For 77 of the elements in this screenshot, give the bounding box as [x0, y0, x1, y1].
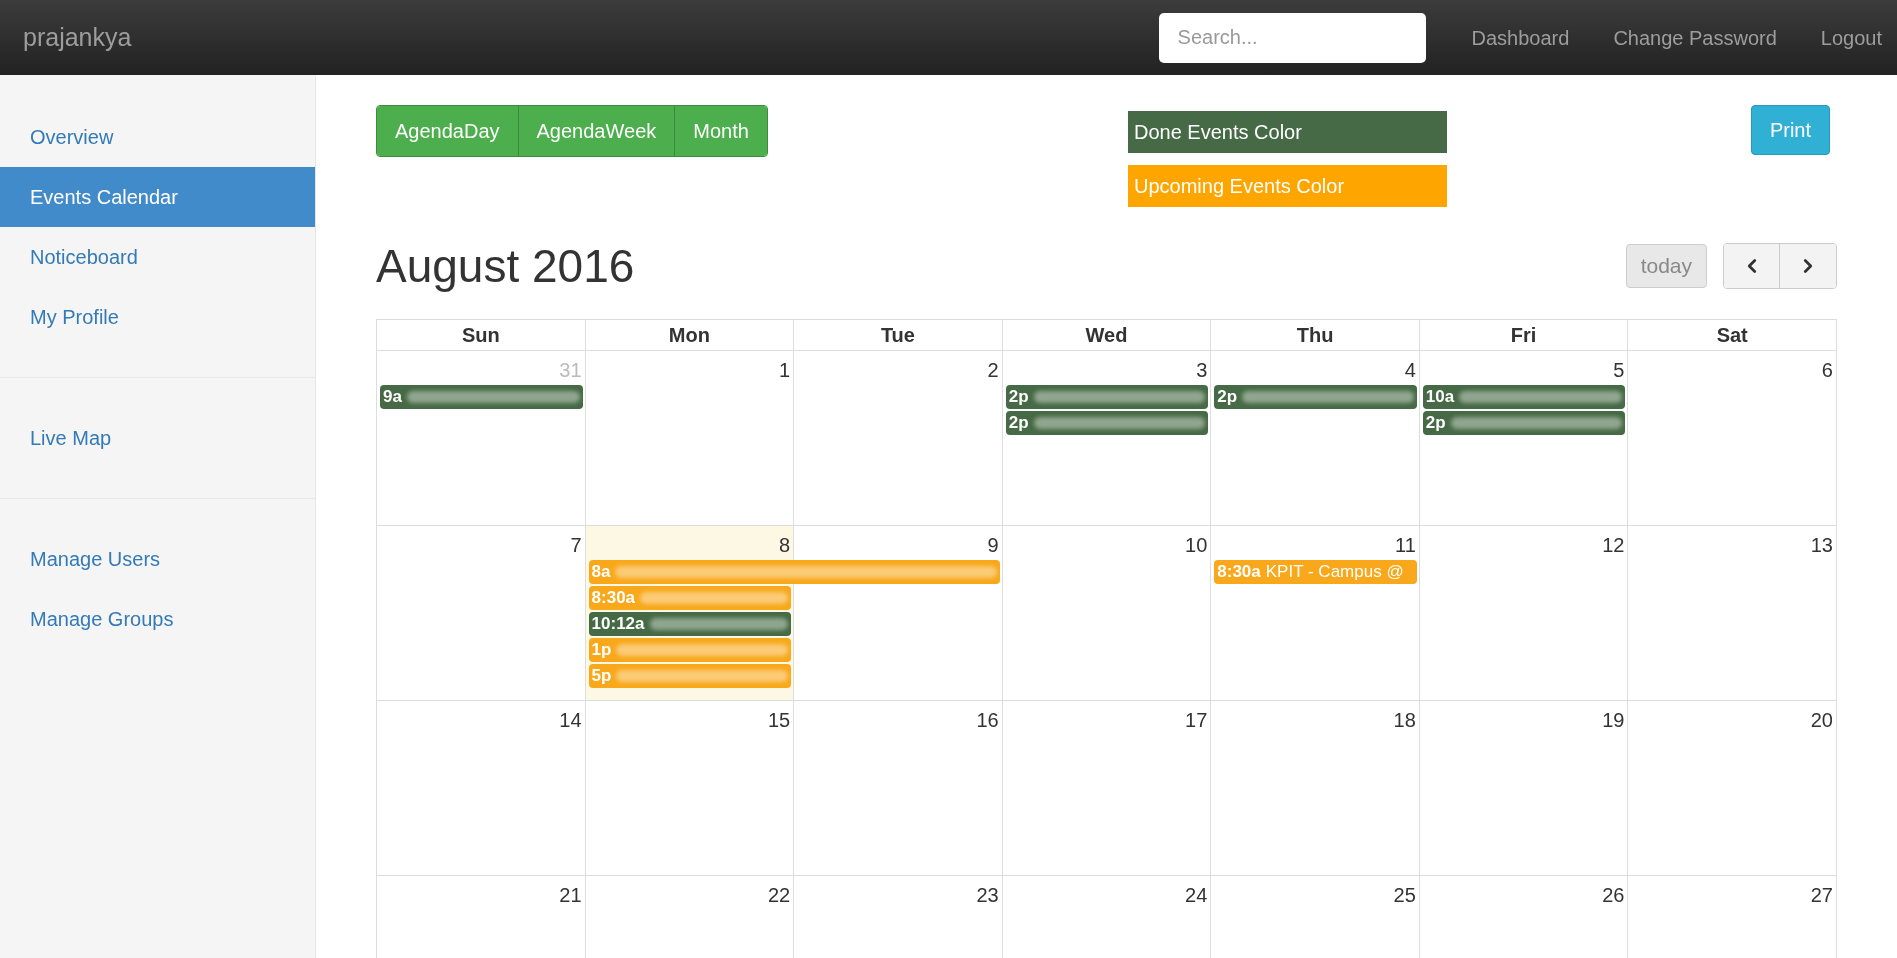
- day-number: 22: [767, 883, 791, 908]
- nav-link[interactable]: Dashboard: [1471, 22, 1570, 53]
- calendar-event[interactable]: 2p: [1005, 385, 1209, 409]
- sidebar-item[interactable]: Overview: [0, 107, 315, 167]
- day-number: 17: [1185, 708, 1208, 733]
- legend-swatch: Upcoming Events Color: [1128, 165, 1447, 207]
- nav-link[interactable]: Change Password: [1613, 22, 1777, 53]
- sidebar-item[interactable]: Manage Groups: [0, 589, 315, 649]
- calendar-event[interactable]: 10a: [1422, 385, 1626, 409]
- day-number: 7: [570, 533, 582, 558]
- weekday-header: Mon: [585, 320, 795, 351]
- event-time: 8:30a: [591, 587, 636, 610]
- event-time: 10a: [1425, 386, 1455, 409]
- calendar-event[interactable]: 2p: [1422, 411, 1626, 435]
- search-field[interactable]: Search...: [1158, 12, 1426, 63]
- day-number: 10: [1185, 533, 1208, 558]
- day-number: 23: [976, 883, 999, 908]
- day-number: 25: [1393, 883, 1416, 908]
- sidebar-item[interactable]: Manage Users: [0, 529, 315, 589]
- event-time: 1p: [591, 639, 612, 662]
- day-number: 11: [1395, 533, 1416, 558]
- view-button[interactable]: AgendaWeek: [517, 106, 675, 156]
- view-button[interactable]: AgendaDay: [377, 106, 518, 156]
- day-number: 12: [1602, 533, 1625, 558]
- weekday-header: Tue: [794, 320, 1003, 351]
- sidebar-item[interactable]: Live Map: [0, 408, 315, 468]
- nav-link[interactable]: Logout: [1820, 22, 1882, 53]
- weekday-header: Sun: [377, 320, 586, 351]
- sidebar-item[interactable]: Events Calendar: [0, 167, 315, 227]
- day-number: 19: [1602, 708, 1625, 733]
- day-number: 31: [559, 358, 582, 383]
- day-number: 5: [1613, 358, 1625, 383]
- previous-button[interactable]: [1724, 244, 1780, 288]
- day-number: 4: [1404, 358, 1416, 383]
- event-title: KPIT - Campus @: [1265, 561, 1404, 584]
- day-number: 9: [987, 533, 999, 558]
- calendar-event[interactable]: 10:12a: [588, 612, 792, 636]
- day-number: 20: [1810, 708, 1833, 733]
- day-number: 8: [779, 533, 791, 558]
- day-number: 3: [1196, 358, 1208, 383]
- calendar-event[interactable]: 2p: [1214, 385, 1417, 409]
- day-number: 27: [1810, 883, 1833, 908]
- event-time: 2p: [1008, 412, 1029, 435]
- day-number: 16: [976, 708, 999, 733]
- event-time: 2p: [1217, 386, 1238, 409]
- event-time: 9a: [383, 386, 402, 409]
- weekday-header: Thu: [1211, 320, 1420, 351]
- brand-name[interactable]: prajankya: [23, 18, 132, 57]
- day-number: 14: [559, 708, 582, 733]
- legend-swatch: Done Events Color: [1128, 111, 1447, 153]
- sidebar-item[interactable]: My Profile: [0, 287, 315, 347]
- sidebar-item[interactable]: Noticeboard: [0, 227, 315, 287]
- calendar-event[interactable]: 9a: [380, 385, 583, 409]
- day-number: 1: [779, 358, 791, 383]
- day-number: 26: [1602, 883, 1625, 908]
- today-button[interactable]: today: [1625, 244, 1707, 288]
- day-number: 18: [1393, 708, 1416, 733]
- event-time: 2p: [1008, 386, 1029, 409]
- event-time: 8:30a: [1217, 561, 1261, 584]
- calendar-title: August 2016: [376, 238, 635, 294]
- weekday-header: Wed: [1002, 320, 1212, 351]
- weekday-header: Fri: [1419, 320, 1629, 351]
- day-number: 15: [767, 708, 791, 733]
- day-number: 13: [1810, 533, 1833, 558]
- event-time: 5p: [591, 665, 612, 688]
- event-time: 8a: [591, 561, 611, 584]
- calendar-event[interactable]: 2p: [1005, 411, 1209, 435]
- day-number: 21: [559, 883, 582, 908]
- print-button[interactable]: Print: [1750, 105, 1830, 155]
- view-button[interactable]: Month: [674, 106, 767, 156]
- weekday-header: Sat: [1628, 320, 1837, 351]
- event-time: 2p: [1425, 412, 1446, 435]
- day-number: 24: [1185, 883, 1208, 908]
- event-time: 10:12a: [591, 613, 645, 636]
- next-button[interactable]: [1780, 244, 1836, 288]
- day-number: 6: [1821, 358, 1833, 383]
- day-number: 2: [987, 358, 999, 383]
